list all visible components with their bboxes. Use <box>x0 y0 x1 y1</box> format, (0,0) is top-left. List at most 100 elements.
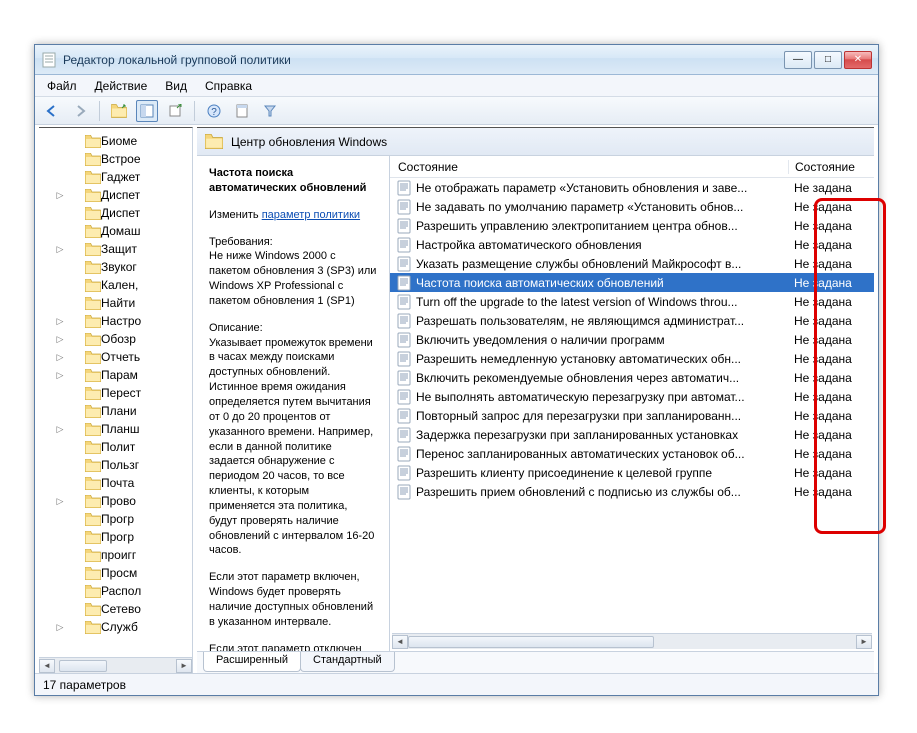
policy-state: Не задана <box>788 200 874 214</box>
policy-row[interactable]: Включить рекомендуемые обновления через … <box>390 368 874 387</box>
tree-item[interactable]: ▷Обозр <box>39 330 192 348</box>
tree-item[interactable]: Встрое <box>39 150 192 168</box>
tree-item[interactable]: ▷Настро <box>39 312 192 330</box>
policy-row[interactable]: Разрешить прием обновлений с подписью из… <box>390 482 874 501</box>
filter-button[interactable] <box>259 100 281 122</box>
tree-item[interactable]: ▷Планш <box>39 420 192 438</box>
scroll-right-button[interactable]: ► <box>176 659 192 673</box>
tree-item[interactable]: Полит <box>39 438 192 456</box>
policy-row[interactable]: Перенос запланированных автоматических у… <box>390 444 874 463</box>
tree-item[interactable]: Плани <box>39 402 192 420</box>
scroll-track[interactable] <box>55 659 176 673</box>
tree-item[interactable]: Гаджет <box>39 168 192 186</box>
status-bar: 17 параметров <box>35 673 878 695</box>
up-button[interactable] <box>108 100 130 122</box>
scroll-thumb[interactable] <box>59 660 107 672</box>
policy-state: Не задана <box>788 409 874 423</box>
tree-toggle-button[interactable] <box>136 100 158 122</box>
tree-item[interactable]: Просм <box>39 564 192 582</box>
tree-item[interactable]: Перест <box>39 384 192 402</box>
tab-standard[interactable]: Стандартный <box>300 652 395 672</box>
tree-item[interactable]: Биоме <box>39 132 192 150</box>
menu-view[interactable]: Вид <box>157 77 195 95</box>
policy-row[interactable]: Задержка перезагрузки при запланированны… <box>390 425 874 444</box>
expand-icon[interactable]: ▷ <box>55 622 65 633</box>
tree-item[interactable]: ▷Прово <box>39 492 192 510</box>
folder-icon <box>85 567 101 580</box>
list-header[interactable]: Состояние Состояние <box>390 156 874 178</box>
policy-row[interactable]: Частота поиска автоматических обновлений… <box>390 273 874 292</box>
export-button[interactable] <box>164 100 186 122</box>
tree-item[interactable]: Пользг <box>39 456 192 474</box>
policy-rows[interactable]: Не отображать параметр «Установить обнов… <box>390 178 874 633</box>
menu-action[interactable]: Действие <box>87 77 156 95</box>
tree-item[interactable]: ▷Диспет <box>39 186 192 204</box>
column-header-state[interactable]: Состояние <box>390 160 788 174</box>
column-header-state2[interactable]: Состояние <box>788 160 874 174</box>
policy-row[interactable]: Настройка автоматического обновленияНе з… <box>390 235 874 254</box>
tree-item[interactable]: ▷Служб <box>39 618 192 636</box>
policy-state: Не задана <box>788 466 874 480</box>
policy-row[interactable]: Не выполнять автоматическую перезагрузку… <box>390 387 874 406</box>
policy-row[interactable]: Не задавать по умолчанию параметр «Устан… <box>390 197 874 216</box>
close-button[interactable]: ✕ <box>844 51 872 69</box>
expand-icon[interactable]: ▷ <box>55 496 65 507</box>
tree-item[interactable]: Почта <box>39 474 192 492</box>
scroll-thumb[interactable] <box>408 636 654 648</box>
tree-item[interactable]: Сетево <box>39 600 192 618</box>
scroll-left-button[interactable]: ◄ <box>39 659 55 673</box>
tree-item[interactable]: Звуког <box>39 258 192 276</box>
minimize-button[interactable]: — <box>784 51 812 69</box>
list-h-scrollbar[interactable]: ◄ ► <box>392 633 872 649</box>
tree-item[interactable]: Кален, <box>39 276 192 294</box>
policy-icon <box>396 237 412 253</box>
expand-icon[interactable]: ▷ <box>55 424 65 435</box>
policy-state: Не задана <box>788 352 874 366</box>
folder-icon <box>85 207 101 220</box>
help-button[interactable]: ? <box>203 100 225 122</box>
tab-extended[interactable]: Расширенный <box>203 652 301 672</box>
policy-row[interactable]: Разрешить управлению электропитанием цен… <box>390 216 874 235</box>
policy-row[interactable]: Разрешить немедленную установку автомати… <box>390 349 874 368</box>
tree-item[interactable]: Диспет <box>39 204 192 222</box>
policy-row[interactable]: Включить уведомления о наличии программН… <box>390 330 874 349</box>
titlebar[interactable]: Редактор локальной групповой политики — … <box>35 45 878 75</box>
policy-row[interactable]: Повторный запрос для перезагрузки при за… <box>390 406 874 425</box>
tree-item[interactable]: Распол <box>39 582 192 600</box>
tree-item[interactable]: Домаш <box>39 222 192 240</box>
tree-item[interactable]: Найти <box>39 294 192 312</box>
menu-file[interactable]: Файл <box>39 77 85 95</box>
policy-row[interactable]: Turn off the upgrade to the latest versi… <box>390 292 874 311</box>
policy-name: Разрешать пользователям, не являющимся а… <box>416 314 788 328</box>
properties-button[interactable] <box>231 100 253 122</box>
description-text-3: Если этот параметр отключен <box>209 642 377 651</box>
folder-icon <box>85 423 101 436</box>
expand-icon[interactable]: ▷ <box>55 244 65 255</box>
scroll-right-button[interactable]: ► <box>856 635 872 649</box>
scroll-left-button[interactable]: ◄ <box>392 635 408 649</box>
tree-pane[interactable]: БиомеВстроеГаджет▷ДиспетДиспетДомаш▷Защи… <box>39 127 193 673</box>
policy-row[interactable]: Указать размещение службы обновлений Май… <box>390 254 874 273</box>
tree-h-scrollbar[interactable]: ◄ ► <box>39 657 192 673</box>
tree-item[interactable]: ▷Защит <box>39 240 192 258</box>
forward-button[interactable] <box>69 100 91 122</box>
folder-icon <box>85 477 101 490</box>
scroll-track[interactable] <box>408 635 856 649</box>
policy-row[interactable]: Разрешить клиенту присоединение к целево… <box>390 463 874 482</box>
tree-item[interactable]: Прогр <box>39 510 192 528</box>
tree-item[interactable]: ▷Парам <box>39 366 192 384</box>
expand-icon[interactable]: ▷ <box>55 190 65 201</box>
tree-item[interactable]: Прогр <box>39 528 192 546</box>
tree-item[interactable]: ▷Отчеть <box>39 348 192 366</box>
back-button[interactable] <box>41 100 63 122</box>
expand-icon[interactable]: ▷ <box>55 352 65 363</box>
policy-row[interactable]: Не отображать параметр «Установить обнов… <box>390 178 874 197</box>
menu-help[interactable]: Справка <box>197 77 260 95</box>
tree-item[interactable]: проигг <box>39 546 192 564</box>
maximize-button[interactable]: □ <box>814 51 842 69</box>
expand-icon[interactable]: ▷ <box>55 370 65 381</box>
policy-row[interactable]: Разрешать пользователям, не являющимся а… <box>390 311 874 330</box>
edit-policy-link[interactable]: параметр политики <box>262 209 360 221</box>
expand-icon[interactable]: ▷ <box>55 334 65 345</box>
expand-icon[interactable]: ▷ <box>55 316 65 327</box>
